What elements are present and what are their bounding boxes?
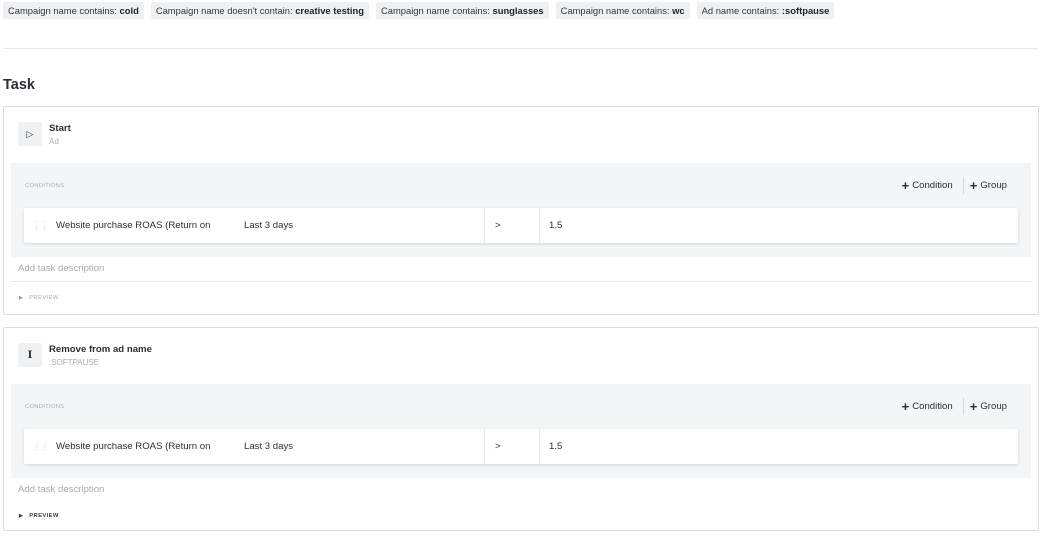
filter-tag-prefix: Campaign name doesn't contain: [155,5,296,16]
task-description-input[interactable]: Add task description [4,257,1038,281]
section-title: Task [3,77,35,93]
filter-tag[interactable]: Campaign name contains: cold [3,2,144,19]
task-subtitle: Ad [49,137,59,146]
add-condition-label: Condition [912,180,953,191]
filter-tag-prefix: Campaign name contains: [560,5,673,16]
filter-tag[interactable]: Campaign name contains: sunglasses [375,2,549,19]
conditions-label: CONDITIONS [25,404,65,410]
conditions-label: CONDITIONS [25,183,65,189]
plus-icon: + [901,178,910,193]
plus-icon: + [901,399,910,414]
conditions-panel: CONDITIONS + Condition + Group ⋮⋮ Website … [11,163,1031,257]
operator-select[interactable]: > [484,208,540,243]
caret-right-icon: ▶ [19,513,24,519]
task-header: ▷ Start Ad [4,107,1038,163]
drag-handle-icon[interactable]: ⋮⋮ [24,220,56,231]
preview-label: PREVIEW [29,513,59,519]
actions-separator [962,177,964,194]
filter-tags: Campaign name contains: cold Campaign na… [3,2,835,19]
conditions-actions: + Condition + Group [902,398,1007,415]
filter-tag-prefix: Ad name contains: [701,5,782,16]
preview-toggle[interactable]: ▶ PREVIEW [4,502,1038,530]
add-group-label: Group [980,401,1007,412]
preview-label: PREVIEW [29,295,59,301]
condition-row: ⋮⋮ Website purchase ROAS (Return on Last… [24,429,1018,464]
add-group-button[interactable]: + Group [970,179,1007,192]
task-title: Remove from ad name [49,344,152,355]
operator-select[interactable]: > [484,429,540,464]
add-group-label: Group [980,180,1007,191]
filter-tag[interactable]: Campaign name contains: wc [555,2,690,19]
period-select[interactable]: Last 3 days [244,220,484,231]
add-condition-button[interactable]: + Condition [902,400,953,413]
caret-right-icon: ▶ [19,295,24,301]
text-cursor-icon: I [18,343,42,367]
filter-tag-prefix: Campaign name contains: [8,5,120,16]
conditions-actions: + Condition + Group [902,177,1007,194]
filter-tag[interactable]: Ad name contains: :softpause [696,2,835,19]
task-card-remove-from-ad-name: I Remove from ad name :SOFTPAUSE CONDITI… [3,327,1039,531]
play-icon: ▷ [18,122,42,146]
filter-tag-value: wc [672,5,685,16]
task-card-start: ▷ Start Ad CONDITIONS + Condition + Group … [3,106,1039,315]
task-title: Start [49,123,71,134]
condition-row: ⋮⋮ Website purchase ROAS (Return on Last… [24,208,1018,243]
task-subtitle: :SOFTPAUSE [49,358,100,367]
filter-tag-prefix: Campaign name contains: [380,5,493,16]
plus-icon: + [969,178,978,193]
drag-handle-icon[interactable]: ⋮⋮ [24,441,56,452]
metric-select[interactable]: Website purchase ROAS (Return on [56,220,244,231]
conditions-panel: CONDITIONS + Condition + Group ⋮⋮ Website … [11,384,1031,478]
plus-icon: + [969,399,978,414]
value-input[interactable]: 1.5 [540,220,1018,231]
filter-tag-value: creative testing [295,5,364,16]
filter-tag-value: cold [119,5,139,16]
add-condition-button[interactable]: + Condition [902,179,953,192]
add-group-button[interactable]: + Group [970,400,1007,413]
filter-tag-value: sunglasses [492,5,544,16]
add-condition-label: Condition [912,401,953,412]
period-select[interactable]: Last 3 days [244,441,484,452]
metric-select[interactable]: Website purchase ROAS (Return on [56,441,244,452]
preview-toggle[interactable]: ▶ PREVIEW [4,282,1038,314]
filter-tag[interactable]: Campaign name doesn't contain: creative … [150,2,369,19]
task-description-input[interactable]: Add task description [4,478,1038,502]
divider [4,48,1038,49]
value-input[interactable]: 1.5 [540,441,1018,452]
task-header: I Remove from ad name :SOFTPAUSE [4,328,1038,384]
actions-separator [962,398,964,415]
filter-tag-value: :softpause [781,5,830,16]
